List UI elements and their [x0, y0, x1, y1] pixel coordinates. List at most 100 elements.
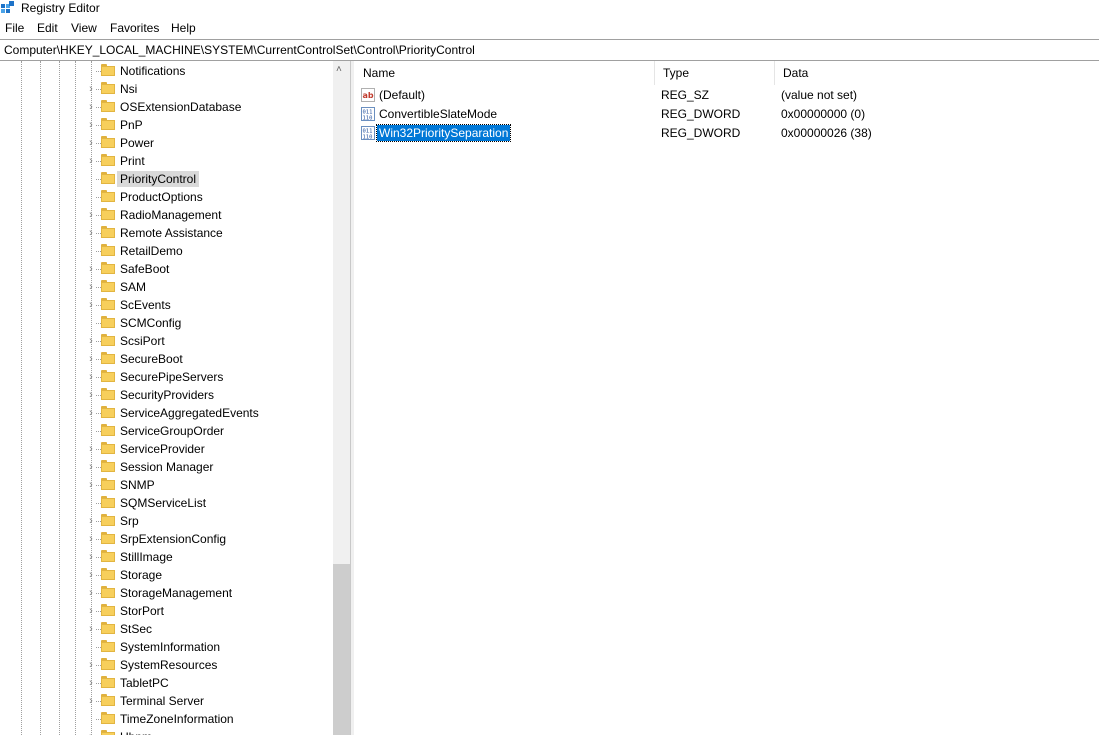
chevron-right-icon[interactable]: › [86, 209, 96, 221]
tree-item-label[interactable]: Notifications [117, 63, 188, 79]
chevron-right-icon[interactable]: › [86, 677, 96, 689]
tree-item-label[interactable]: ServiceProvider [117, 441, 208, 457]
tree-item[interactable]: › SNMP [0, 476, 332, 494]
chevron-right-icon[interactable]: › [86, 587, 96, 599]
tree-item[interactable]: SQMServiceList [0, 494, 332, 512]
tree-item[interactable]: PriorityControl [0, 170, 332, 188]
tree-item-label[interactable]: StorageManagement [117, 585, 235, 601]
tree-item-label[interactable]: SecurePipeServers [117, 369, 226, 385]
chevron-right-icon[interactable]: › [86, 605, 96, 617]
chevron-right-icon[interactable]: › [86, 533, 96, 545]
values-list[interactable]: Name Type Data ab (Default) REG_SZ (value n… [355, 61, 1099, 735]
tree-item-label[interactable]: Print [117, 153, 148, 169]
pane-splitter[interactable] [350, 61, 354, 735]
tree-item-label[interactable]: Remote Assistance [117, 225, 226, 241]
tree-item-label[interactable]: OSExtensionDatabase [117, 99, 244, 115]
tree-item-label[interactable]: Storage [117, 567, 165, 583]
tree-item-label[interactable]: PnP [117, 117, 146, 133]
key-tree[interactable]: Notifications › Nsi › OSExtensionDatabase › Pn… [0, 61, 350, 735]
tree-item[interactable]: RetailDemo [0, 242, 332, 260]
chevron-right-icon[interactable]: › [86, 515, 96, 527]
chevron-right-icon[interactable]: › [86, 155, 96, 167]
tree-item[interactable]: › ServiceAggregatedEvents [0, 404, 332, 422]
menu-file[interactable]: File [4, 21, 25, 36]
chevron-right-icon[interactable]: › [86, 83, 96, 95]
chevron-right-icon[interactable]: › [86, 119, 96, 131]
tree-item-label[interactable]: SCMConfig [117, 315, 184, 331]
chevron-right-icon[interactable]: › [86, 371, 96, 383]
tree-item-label[interactable]: TimeZoneInformation [117, 711, 237, 727]
tree-item-label[interactable]: RetailDemo [117, 243, 186, 259]
tree-item[interactable]: › Power [0, 134, 332, 152]
scroll-up-icon[interactable]: ˄ [336, 65, 342, 75]
chevron-right-icon[interactable]: › [86, 137, 96, 149]
chevron-right-icon[interactable]: › [86, 389, 96, 401]
chevron-right-icon[interactable]: › [86, 101, 96, 113]
tree-item-label[interactable]: SecureBoot [117, 351, 186, 367]
chevron-right-icon[interactable]: › [86, 569, 96, 581]
tree-item[interactable]: SystemInformation [0, 638, 332, 656]
tree-item-label[interactable]: PriorityControl [117, 171, 200, 187]
value-row[interactable]: ab (Default) REG_SZ (value not set) [355, 86, 1099, 105]
chevron-right-icon[interactable]: › [86, 335, 96, 347]
value-row[interactable]: 011 110 ConvertibleSlateMode REG_DWORD 0x000… [355, 105, 1099, 124]
tree-item-label[interactable]: SQMServiceList [117, 495, 209, 511]
tree-item-label[interactable]: Srp [117, 513, 142, 529]
menu-edit[interactable]: Edit [36, 21, 59, 36]
address-path[interactable]: Computer\HKEY_LOCAL_MACHINE\SYSTEM\Curre… [4, 43, 475, 57]
tree-item[interactable]: › StSec [0, 620, 332, 638]
tree-item[interactable]: ServiceGroupOrder [0, 422, 332, 440]
tree-item-label[interactable]: TabletPC [117, 675, 172, 691]
tree-item-label[interactable]: SAM [117, 279, 149, 295]
tree-item-label[interactable]: StorPort [117, 603, 167, 619]
tree-item[interactable]: › RadioManagement [0, 206, 332, 224]
tree-item-label[interactable]: ServiceGroupOrder [117, 423, 227, 439]
chevron-right-icon[interactable]: › [86, 551, 96, 563]
column-header-data[interactable]: Data [775, 61, 1099, 85]
tree-item[interactable]: Notifications [0, 62, 332, 80]
tree-item[interactable]: › SystemResources [0, 656, 332, 674]
tree-item-label[interactable]: SrpExtensionConfig [117, 531, 229, 547]
chevron-right-icon[interactable]: › [86, 299, 96, 311]
tree-item[interactable]: › Ubpm [0, 728, 332, 735]
chevron-right-icon[interactable]: › [86, 479, 96, 491]
tree-item[interactable]: › ScsiPort [0, 332, 332, 350]
tree-item[interactable]: › SafeBoot [0, 260, 332, 278]
tree-item-label[interactable]: Ubpm [117, 729, 155, 735]
chevron-right-icon[interactable]: › [86, 227, 96, 239]
chevron-right-icon[interactable]: › [86, 407, 96, 419]
tree-item-label[interactable]: ScsiPort [117, 333, 168, 349]
tree-item-label[interactable]: SafeBoot [117, 261, 172, 277]
tree-item[interactable]: › PnP [0, 116, 332, 134]
tree-item[interactable]: TimeZoneInformation [0, 710, 332, 728]
tree-item[interactable]: › Print [0, 152, 332, 170]
tree-item-label[interactable]: Terminal Server [117, 693, 207, 709]
tree-item[interactable]: › ServiceProvider [0, 440, 332, 458]
chevron-right-icon[interactable]: › [86, 263, 96, 275]
menu-favorites[interactable]: Favorites [109, 21, 160, 36]
tree-scrollbar[interactable]: ˄ [333, 61, 350, 735]
column-header-type[interactable]: Type [655, 61, 775, 85]
tree-item-label[interactable]: StillImage [117, 549, 176, 565]
tree-item-label[interactable]: Session Manager [117, 459, 216, 475]
chevron-right-icon[interactable]: › [86, 461, 96, 473]
tree-item[interactable]: › SecurityProviders [0, 386, 332, 404]
chevron-right-icon[interactable]: › [86, 695, 96, 707]
tree-item[interactable]: › SrpExtensionConfig [0, 530, 332, 548]
tree-item-label[interactable]: SystemInformation [117, 639, 223, 655]
tree-item[interactable]: › StorPort [0, 602, 332, 620]
tree-item[interactable]: › OSExtensionDatabase [0, 98, 332, 116]
tree-item-label[interactable]: ScEvents [117, 297, 174, 313]
value-row[interactable]: 011 110 Win32PrioritySeparation REG_DWORD 0x… [355, 124, 1099, 143]
tree-item[interactable]: › TabletPC [0, 674, 332, 692]
tree-item[interactable]: › ScEvents [0, 296, 332, 314]
chevron-right-icon[interactable]: › [86, 281, 96, 293]
column-header-name[interactable]: Name [355, 61, 655, 85]
menu-help[interactable]: Help [170, 21, 197, 36]
tree-item[interactable]: › StorageManagement [0, 584, 332, 602]
tree-item-label[interactable]: StSec [117, 621, 155, 637]
value-name[interactable]: ConvertibleSlateMode [377, 106, 499, 122]
address-bar[interactable]: Computer\HKEY_LOCAL_MACHINE\SYSTEM\Curre… [0, 39, 1099, 61]
tree-item-label[interactable]: SystemResources [117, 657, 220, 673]
scrollbar-thumb[interactable] [333, 564, 350, 735]
